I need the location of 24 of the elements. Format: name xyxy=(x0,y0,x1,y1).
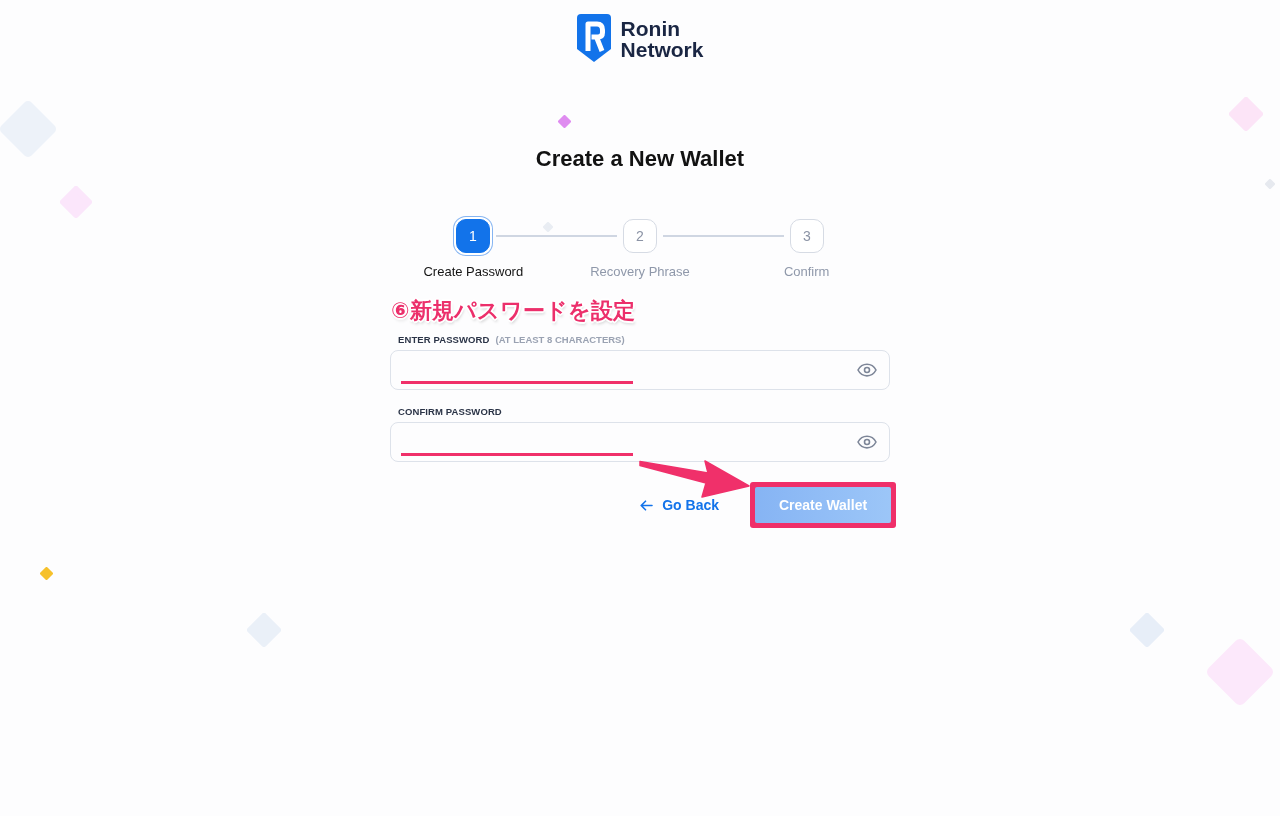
decorative-diamond xyxy=(558,115,571,128)
decorative-diamond xyxy=(40,567,53,580)
field-hint: (AT LEAST 8 CHARACTERS) xyxy=(495,334,625,346)
step-label: Recovery Phrase xyxy=(590,264,690,280)
decorative-diamond xyxy=(60,186,92,218)
step-label: Create Password xyxy=(423,264,524,280)
annotation-text: ⑥新規パスワードを設定 xyxy=(391,297,635,325)
step-label: Confirm xyxy=(783,264,830,280)
step-indicator: 2 xyxy=(623,219,657,253)
eye-icon[interactable] xyxy=(857,363,877,377)
password-field[interactable] xyxy=(390,350,890,390)
arrow-left-icon xyxy=(640,499,654,511)
shield-logo-icon xyxy=(576,14,611,62)
eye-icon[interactable] xyxy=(857,435,877,449)
field-label: ENTER PASSWORD xyxy=(398,334,490,346)
decorative-diamond xyxy=(1265,179,1275,189)
go-back-link[interactable]: Go Back xyxy=(640,496,719,514)
password-field[interactable] xyxy=(390,422,890,462)
field-label: CONFIRM PASSWORD xyxy=(398,406,502,418)
decorative-diamond xyxy=(1229,97,1263,131)
logo-wordmark: Ronin Network xyxy=(620,16,704,60)
step-indicator: 3 xyxy=(790,219,824,253)
step-indicator: 1 xyxy=(456,219,490,253)
page-title: Create a New Wallet xyxy=(535,146,745,172)
